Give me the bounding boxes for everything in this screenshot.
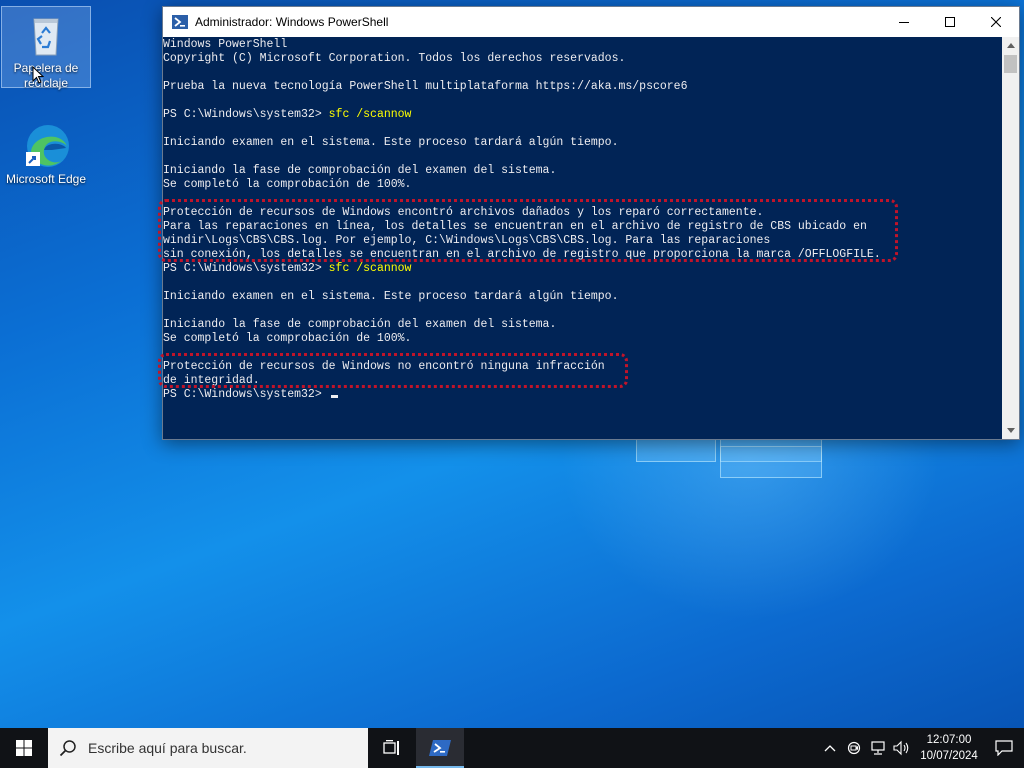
- console-prompt-line: PS C:\Windows\system32> sfc /scannow: [163, 108, 1002, 122]
- desktop-icon-edge[interactable]: Microsoft Edge: [1, 118, 91, 187]
- meet-now-button[interactable]: [842, 728, 866, 768]
- console-line: Protección de recursos de Windows encont…: [163, 206, 764, 219]
- system-tray: 12:07:00 10/07/2024: [818, 728, 1024, 768]
- edge-icon: [22, 122, 70, 170]
- search-icon: [48, 739, 88, 757]
- console-line: Iniciando examen en el sistema. Este pro…: [163, 136, 619, 149]
- prompt-text: PS C:\Windows\system32>: [163, 388, 329, 401]
- console-line: sin conexión, los detalles se encuentran…: [163, 248, 881, 261]
- show-hidden-icons-button[interactable]: [818, 728, 842, 768]
- window-titlebar[interactable]: Administrador: Windows PowerShell: [163, 7, 1019, 37]
- chevron-up-icon: [824, 745, 836, 752]
- task-view-icon: [383, 740, 399, 755]
- console-line: Prueba la nueva tecnología PowerShell mu…: [163, 80, 688, 93]
- start-button[interactable]: [0, 728, 48, 768]
- prompt-text: PS C:\Windows\system32>: [163, 262, 329, 275]
- taskbar-app-powershell[interactable]: [416, 728, 464, 768]
- console-line: windir\Logs\CBS\CBS.log. Por ejemplo, C:…: [163, 234, 771, 247]
- maximize-icon: [945, 17, 955, 27]
- recycle-bin-icon: [22, 11, 70, 59]
- console-line: Iniciando la fase de comprobación del ex…: [163, 164, 557, 177]
- close-icon: [991, 17, 1001, 27]
- desktop-icon-label: Microsoft Edge: [5, 172, 87, 186]
- powershell-window[interactable]: Administrador: Windows PowerShell Window…: [162, 6, 1020, 440]
- scroll-up-button[interactable]: [1002, 37, 1019, 54]
- close-button[interactable]: [973, 7, 1019, 37]
- command-text: sfc /scannow: [328, 108, 412, 121]
- vertical-scrollbar[interactable]: [1002, 37, 1019, 439]
- powershell-icon: [429, 740, 451, 756]
- console-line: Protección de recursos de Windows no enc…: [163, 360, 605, 373]
- console-line: Se completó la comprobación de 100%.: [163, 332, 412, 345]
- chevron-down-icon: [1006, 428, 1015, 433]
- console-line: Windows PowerShell: [163, 38, 288, 51]
- notifications-button[interactable]: [984, 728, 1024, 768]
- taskbar: Escribe aquí para buscar. 12:07:00 10/07…: [0, 728, 1024, 768]
- maximize-button[interactable]: [927, 7, 973, 37]
- window-title: Administrador: Windows PowerShell: [195, 15, 389, 29]
- console-line: Iniciando examen en el sistema. Este pro…: [163, 290, 619, 303]
- desktop-icon-recycle-bin[interactable]: Papelera de reciclaje: [1, 6, 91, 90]
- taskbar-search-box[interactable]: Escribe aquí para buscar.: [48, 728, 368, 768]
- console-line: Copyright (C) Microsoft Corporation. Tod…: [163, 52, 626, 65]
- console-line: Iniciando la fase de comprobación del ex…: [163, 318, 557, 331]
- clock-date: 10/07/2024: [920, 750, 978, 762]
- powershell-icon: [172, 14, 188, 30]
- taskbar-clock[interactable]: 12:07:00 10/07/2024: [914, 732, 984, 764]
- network-icon: [871, 741, 885, 755]
- scroll-thumb[interactable]: [1004, 55, 1017, 73]
- console-output[interactable]: Windows PowerShell Copyright (C) Microsof…: [163, 37, 1002, 439]
- minimize-button[interactable]: [881, 7, 927, 37]
- camera-icon: [847, 741, 861, 755]
- command-text: sfc /scannow: [328, 262, 412, 275]
- console-prompt-line: PS C:\Windows\system32>: [163, 388, 1002, 402]
- clock-time: 12:07:00: [926, 734, 972, 746]
- console-line: Para las reparaciones en línea, los deta…: [163, 220, 867, 233]
- mouse-cursor: [32, 65, 45, 89]
- prompt-text: PS C:\Windows\system32>: [163, 108, 329, 121]
- scroll-down-button[interactable]: [1002, 422, 1019, 439]
- speaker-icon: [893, 740, 909, 756]
- console-prompt-line: PS C:\Windows\system32> sfc /scannow: [163, 262, 1002, 276]
- notification-icon: [995, 740, 1013, 756]
- desktop-icon-label: Papelera de reciclaje: [13, 61, 79, 90]
- volume-button[interactable]: [890, 728, 914, 768]
- console-line: Se completó la comprobación de 100%.: [163, 178, 412, 191]
- text-cursor: [330, 395, 338, 398]
- chevron-up-icon: [1006, 43, 1015, 48]
- console-line: de integridad.: [163, 374, 260, 387]
- search-placeholder: Escribe aquí para buscar.: [88, 740, 247, 756]
- windows-logo-icon: [16, 740, 32, 756]
- network-button[interactable]: [866, 728, 890, 768]
- task-view-button[interactable]: [368, 728, 416, 768]
- minimize-icon: [899, 22, 909, 23]
